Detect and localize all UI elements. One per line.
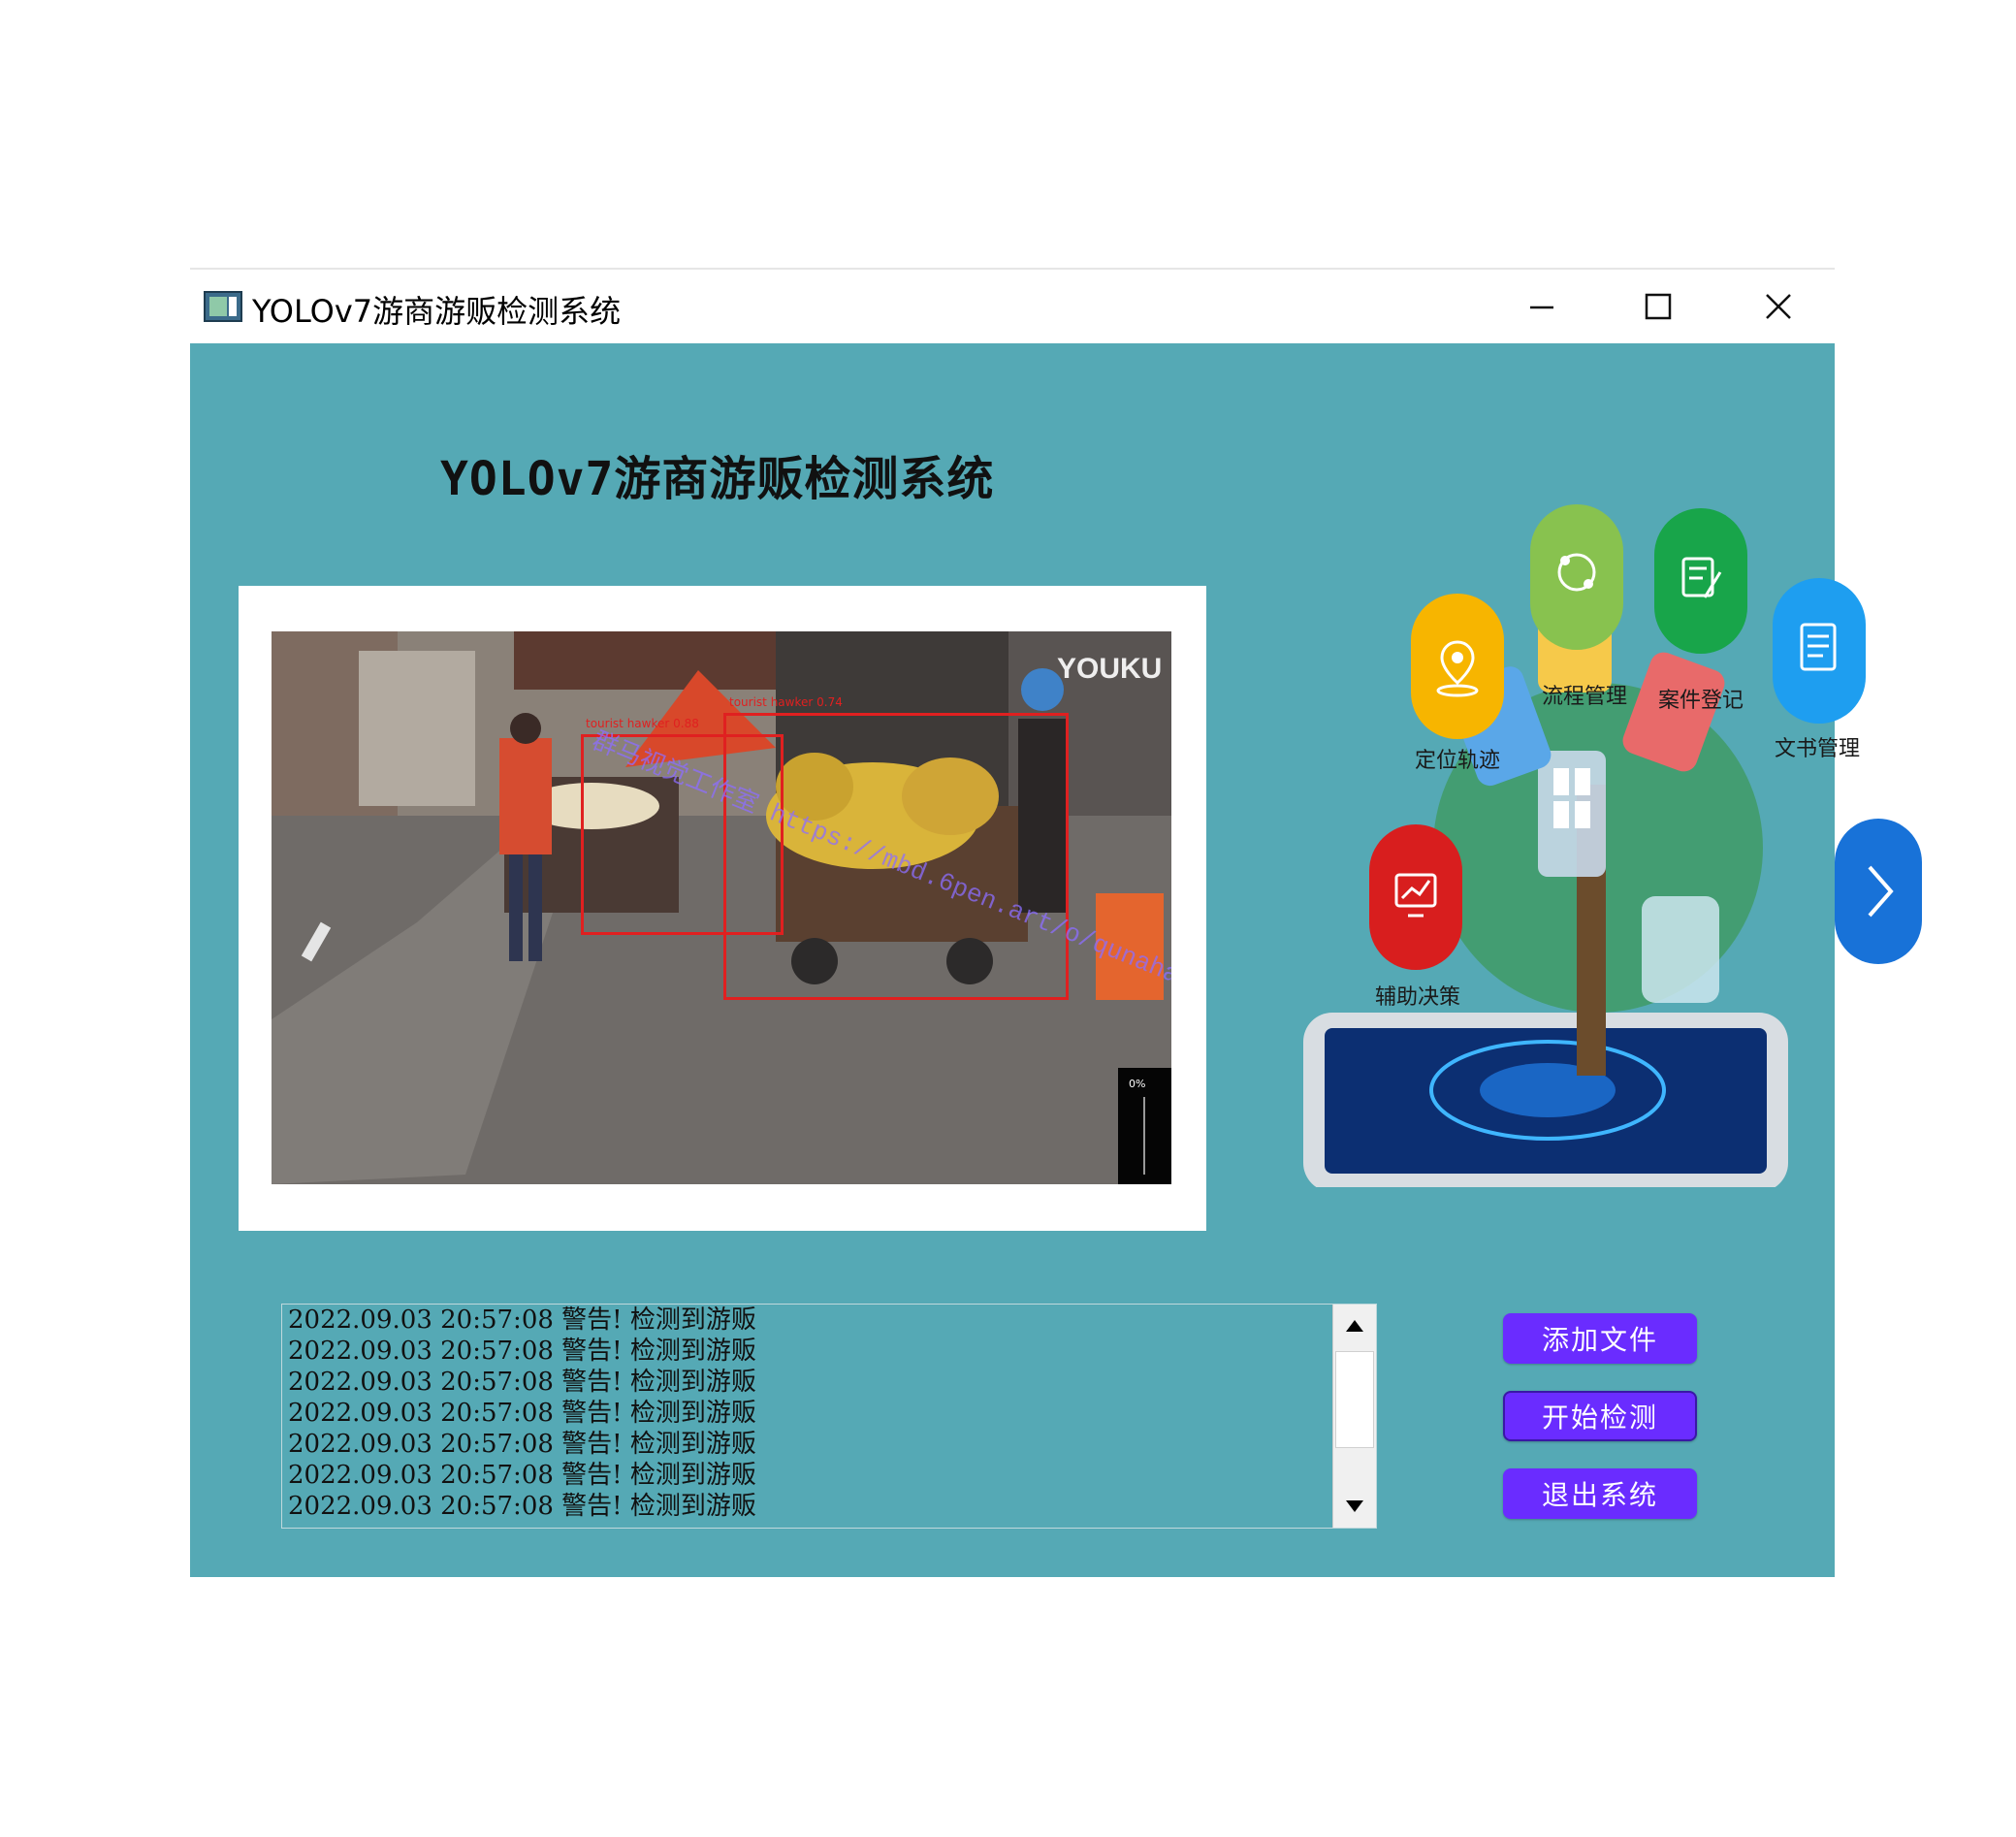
- app-icon: [204, 291, 242, 322]
- chart-monitor-icon: [1369, 824, 1462, 970]
- add-file-button[interactable]: 添加文件: [1503, 1313, 1697, 1364]
- close-button[interactable]: [1749, 277, 1808, 336]
- main-panel: YOLOv7游商游贩检测系统 tourist hawker 0.88 touri…: [190, 343, 1922, 1577]
- location-pin-icon: [1411, 594, 1504, 739]
- log-scrollbar[interactable]: [1332, 1305, 1376, 1528]
- log-line: 2022.09.03 20:57:08 警告! 检测到游贩: [288, 1399, 756, 1428]
- log-line: 2022.09.03 20:57:08 警告! 检测到游贩: [288, 1461, 756, 1490]
- page-title: YOLOv7游商游贩检测系统: [440, 452, 995, 506]
- start-detect-button[interactable]: 开始检测: [1503, 1391, 1697, 1441]
- flow-icon: [1530, 504, 1623, 650]
- video-frame: tourist hawker 0.88 tourist hawker 0.74 …: [239, 586, 1206, 1231]
- detection-video: tourist hawker 0.88 tourist hawker 0.74 …: [272, 631, 1171, 1184]
- scroll-up-button[interactable]: [1333, 1305, 1376, 1347]
- app-window: YOLOv7游商游贩检测系统 YOLOv7游商游贩检测系统 tourist ha…: [190, 270, 1922, 1577]
- triangle-up-icon: [1346, 1320, 1363, 1332]
- scroll-thumb[interactable]: [1335, 1351, 1374, 1448]
- video-progress-label: 0%: [1129, 1078, 1146, 1090]
- close-icon: [1766, 294, 1791, 319]
- minimize-button[interactable]: [1513, 277, 1571, 336]
- icon-label: 文书管理: [1774, 737, 1860, 761]
- title-bar: YOLOv7游商游贩检测系统: [190, 270, 1835, 343]
- detection-label: tourist hawker 0.74: [729, 695, 843, 709]
- icon-label: 案件登记: [1657, 689, 1744, 713]
- log-line: 2022.09.03 20:57:08 警告! 检测到游贩: [288, 1305, 756, 1335]
- icon-label: 辅助决策: [1374, 985, 1460, 1010]
- log-line: 2022.09.03 20:57:08 警告! 检测到游贩: [288, 1492, 756, 1521]
- maximize-button[interactable]: [1629, 277, 1687, 336]
- chevron-right-icon: [1835, 819, 1922, 964]
- log-line: 2022.09.03 20:57:08 警告! 检测到游贩: [288, 1337, 756, 1366]
- log-list: 2022.09.03 20:57:08 警告! 检测到游贩 2022.09.03…: [288, 1305, 1331, 1522]
- file-text-icon: [1773, 578, 1866, 724]
- icon-label: 定位轨迹: [1414, 749, 1500, 773]
- video-watermark-logo: YOUKU: [1057, 653, 1163, 685]
- window-title: YOLOv7游商游贩检测系统: [252, 293, 622, 330]
- detection-log[interactable]: 2022.09.03 20:57:08 警告! 检测到游贩 2022.09.03…: [281, 1304, 1377, 1529]
- triangle-down-icon: [1346, 1500, 1363, 1512]
- exit-system-button[interactable]: 退出系统: [1503, 1468, 1697, 1519]
- feature-illustration: 流程管理 案件登记 定位轨迹 文书管理 辅助决策: [1257, 392, 1922, 1192]
- scroll-down-button[interactable]: [1333, 1485, 1376, 1528]
- minimize-icon: [1530, 306, 1553, 309]
- log-line: 2022.09.03 20:57:08 警告! 检测到游贩: [288, 1368, 756, 1397]
- document-edit-icon: [1654, 508, 1747, 654]
- log-line: 2022.09.03 20:57:08 警告! 检测到游贩: [288, 1430, 756, 1459]
- maximize-icon: [1645, 293, 1672, 320]
